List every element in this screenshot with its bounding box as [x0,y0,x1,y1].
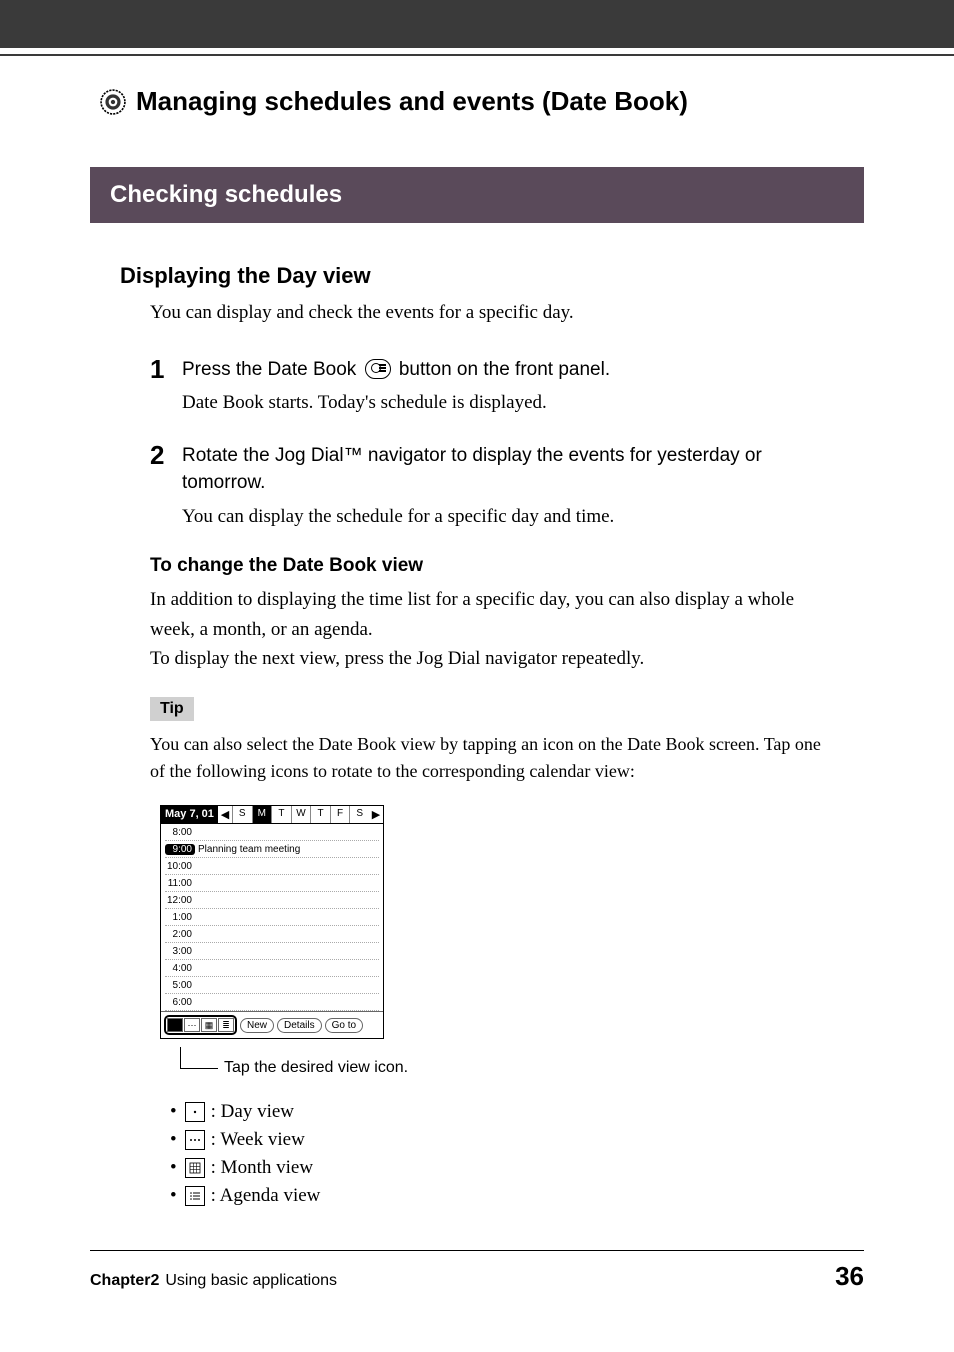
palm-schedule-row[interactable]: 10:00 [165,858,379,875]
step-2: 2 Rotate the Jog Dial™ navigator to disp… [150,442,834,532]
palm-time-cell: 1:00 [165,912,195,923]
view-icon-item-week: • : Week view [170,1129,834,1151]
step-desc: You can display the schedule for a speci… [182,503,834,532]
palm-month-view-icon[interactable]: ▦ [201,1018,217,1032]
palm-schedule-rows: 8:009:00Planning team meeting10:0011:001… [161,824,383,1011]
palm-prev-arrow[interactable]: ◀ [218,806,232,823]
palm-schedule-row[interactable]: 8:00 [165,824,379,841]
palm-time-cell: 2:00 [165,929,195,940]
step-1: 1 Press the Date Book button on the fron… [150,356,834,418]
bullet: • [170,1157,177,1179]
palm-date: May 7, 01 [161,806,218,823]
bullet: • [170,1185,177,1207]
change-view-p1: In addition to displaying the time list … [150,589,794,639]
subsection-intro: You can display and check the events for… [150,299,834,328]
view-icon-label: : Agenda view [211,1185,321,1207]
palm-week-view-icon[interactable]: ⋯ [184,1018,200,1032]
palm-schedule-row[interactable]: 3:00 [165,943,379,960]
day-view-icon [185,1102,205,1122]
page-footer: Chapter2 Using basic applications 36 [90,1250,864,1292]
page-number: 36 [835,1261,864,1292]
palm-time-cell: 3:00 [165,946,195,957]
subsection-title: Displaying the Day view [120,263,834,289]
palm-schedule-row[interactable]: 5:00 [165,977,379,994]
palm-time-cell: 12:00 [165,895,195,906]
palm-goto-button[interactable]: Go to [325,1018,363,1033]
palm-time-cell: 5:00 [165,980,195,991]
change-view-para: In addition to displaying the time list … [150,585,834,673]
tip-badge: Tip [150,697,194,721]
chapter-title: Managing schedules and events (Date Book… [136,86,688,117]
palm-screenshot: May 7, 01 ◀ SMTWTFS ▶ 8:009:00Planning t… [160,805,834,1039]
date-book-button-icon [365,359,391,379]
month-view-icon [185,1158,205,1178]
palm-time-cell: 11:00 [165,878,195,889]
palm-details-button[interactable]: Details [277,1018,322,1033]
view-icon-label: : Day view [211,1101,294,1123]
palm-time-cell: 10:00 [165,861,195,872]
agenda-view-icon [185,1186,205,1206]
palm-schedule-row[interactable]: 12:00 [165,892,379,909]
footer-title: Using basic applications [165,1272,337,1289]
palm-day-view-icon[interactable] [167,1018,183,1032]
view-icon-label: : Month view [211,1157,313,1179]
view-icon-list: • : Day view• : Week view• : Month view•… [170,1101,834,1207]
step-title-after: button on the front panel. [394,359,611,380]
bullet: • [170,1129,177,1151]
palm-day-cell[interactable]: M [252,806,272,823]
callout-text: Tap the desired view icon. [224,1047,408,1077]
screenshot-callout: Tap the desired view icon. [160,1047,834,1077]
view-icon-item-agenda: • : Agenda view [170,1185,834,1207]
footer-left: Chapter2 Using basic applications [90,1272,337,1290]
change-view-p2: To display the next view, press the Jog … [150,648,644,669]
palm-event-cell: Planning team meeting [195,844,300,855]
footer-chapter: Chapter2 [90,1272,159,1289]
section-title: Checking schedules [110,181,342,208]
top-divider [0,54,954,56]
palm-footer: ⋯ ▦ ≣ New Details Go to [161,1011,383,1038]
palm-schedule-row[interactable]: 9:00Planning team meeting [165,841,379,858]
bullet: • [170,1101,177,1123]
palm-day-cell[interactable]: S [349,806,369,823]
palm-new-button[interactable]: New [240,1018,274,1033]
week-view-icon [185,1130,205,1150]
palm-day-cell[interactable]: T [310,806,330,823]
view-icon-label: : Week view [211,1129,305,1151]
section-header: Checking schedules [90,167,864,223]
callout-line [180,1047,218,1069]
palm-time-cell: 8:00 [165,827,195,838]
view-icon-item-month: • : Month view [170,1157,834,1179]
step-title-before: Press the Date Book [182,359,362,380]
palm-day-cell[interactable]: F [330,806,350,823]
palm-view-icon-group: ⋯ ▦ ≣ [164,1015,237,1035]
palm-schedule-row[interactable]: 11:00 [165,875,379,892]
palm-time-cell: 9:00 [165,844,195,855]
step-title: Press the Date Book button on the front … [182,356,834,384]
palm-day-cell[interactable]: S [232,806,252,823]
palm-time-cell: 6:00 [165,997,195,1008]
chapter-title-row: Managing schedules and events (Date Book… [100,86,954,117]
step-number: 2 [150,442,182,532]
palm-agenda-view-icon[interactable]: ≣ [218,1018,234,1032]
tip-text: You can also select the Date Book view b… [150,731,834,785]
palm-schedule-row[interactable]: 6:00 [165,994,379,1011]
step-title: Rotate the Jog Dial™ navigator to displa… [182,442,834,497]
palm-schedule-row[interactable]: 1:00 [165,909,379,926]
palm-next-arrow[interactable]: ▶ [369,806,383,823]
step-desc: Date Book starts. Today's schedule is di… [182,389,834,418]
palm-day-abbrevs: SMTWTFS [232,806,369,823]
view-icon-item-day: • : Day view [170,1101,834,1123]
top-bar [0,0,954,48]
date-book-app-icon [100,89,126,115]
palm-day-cell[interactable]: W [291,806,311,823]
palm-schedule-row[interactable]: 2:00 [165,926,379,943]
palm-header: May 7, 01 ◀ SMTWTFS ▶ [161,806,383,824]
change-view-heading: To change the Date Book view [150,555,834,577]
step-number: 1 [150,356,182,418]
palm-day-cell[interactable]: T [271,806,291,823]
palm-schedule-row[interactable]: 4:00 [165,960,379,977]
palm-time-cell: 4:00 [165,963,195,974]
